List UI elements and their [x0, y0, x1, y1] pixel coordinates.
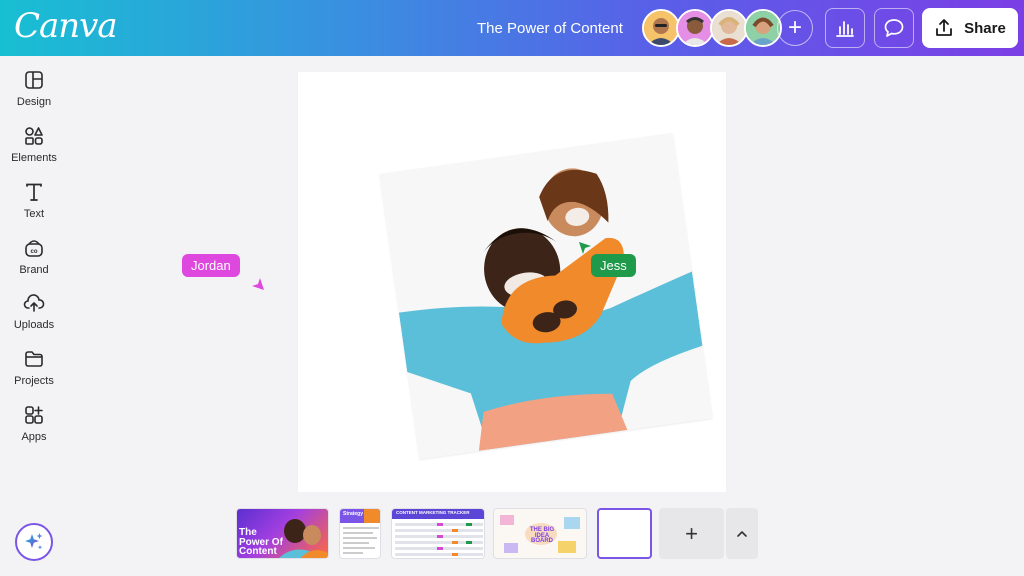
- share-button[interactable]: Share: [922, 8, 1018, 48]
- brand-icon: co: [25, 240, 43, 257]
- apps-icon: [25, 406, 43, 424]
- sidebar-item-text[interactable]: Text: [0, 181, 68, 233]
- upload-icon: [936, 19, 953, 36]
- cursor-label-jordan: Jordan: [182, 254, 240, 277]
- add-collaborator-button[interactable]: +: [777, 10, 813, 46]
- magic-assistant-button[interactable]: [15, 523, 53, 561]
- sidebar-item-apps[interactable]: Apps: [0, 404, 68, 456]
- chevron-up-icon: [737, 530, 747, 537]
- collaborator-avatar[interactable]: [676, 9, 714, 47]
- page-thumbnail-current[interactable]: [597, 508, 652, 559]
- text-icon: [26, 183, 42, 201]
- sidebar-item-label: Elements: [11, 152, 57, 164]
- svg-text:co: co: [30, 249, 37, 255]
- collaborator-avatar[interactable]: [710, 9, 748, 47]
- sidebar-item-brand[interactable]: co Brand: [0, 237, 68, 289]
- canvas-photo[interactable]: [379, 132, 713, 460]
- share-label: Share: [964, 19, 1006, 37]
- sidebar-item-label: Design: [16, 96, 52, 108]
- people-photo: [379, 132, 713, 460]
- folder-icon: [25, 351, 43, 367]
- sidebar-item-label: Brand: [19, 264, 49, 276]
- analytics-icon: [836, 21, 854, 37]
- sparkle-icon: [25, 533, 43, 550]
- top-bar: Canva The Power of Content + Share: [0, 0, 1024, 56]
- thumbnail-title: The Power Of Content: [239, 527, 283, 557]
- sidebar-item-design[interactable]: Design: [0, 69, 68, 121]
- collapse-pages-button[interactable]: [726, 508, 758, 559]
- collaborator-avatar[interactable]: [642, 9, 680, 47]
- cursor-arrow-icon: [252, 278, 264, 290]
- page-thumbnail[interactable]: The Power Of Content: [236, 508, 329, 559]
- analytics-button[interactable]: [825, 8, 865, 48]
- left-sidebar: Design Elements Text co Brand Uploads Pr…: [0, 56, 68, 576]
- page-thumbnail[interactable]: Strategy: [339, 508, 381, 559]
- sidebar-item-elements[interactable]: Elements: [0, 125, 68, 177]
- sidebar-item-label: Text: [23, 208, 45, 220]
- thumbnail-title: THE BIG IDEA BOARD: [529, 527, 555, 545]
- comment-icon: [884, 19, 904, 37]
- sidebar-item-projects[interactable]: Projects: [0, 348, 68, 400]
- comments-button[interactable]: [874, 8, 914, 48]
- document-title[interactable]: The Power of Content: [477, 20, 623, 37]
- shapes-icon: [25, 127, 43, 145]
- thumbnail-title: Strategy: [343, 511, 364, 517]
- cloud-upload-icon: [23, 294, 45, 312]
- sidebar-item-label: Apps: [21, 431, 47, 443]
- add-page-button[interactable]: +: [659, 508, 724, 559]
- sidebar-item-uploads[interactable]: Uploads: [0, 292, 68, 344]
- canva-logo[interactable]: Canva: [14, 6, 118, 46]
- cursor-arrow-icon: [579, 242, 591, 254]
- sidebar-item-label: Uploads: [13, 319, 55, 331]
- page-thumbnail[interactable]: THE BIG IDEA BOARD: [493, 508, 587, 559]
- thumbnail-title: CONTENT MARKETING TRACKER: [396, 510, 470, 515]
- layout-icon: [25, 71, 43, 89]
- sidebar-item-label: Projects: [14, 375, 54, 387]
- cursor-label-jess: Jess: [591, 254, 636, 277]
- page-thumbnail[interactable]: CONTENT MARKETING TRACKER: [391, 508, 485, 559]
